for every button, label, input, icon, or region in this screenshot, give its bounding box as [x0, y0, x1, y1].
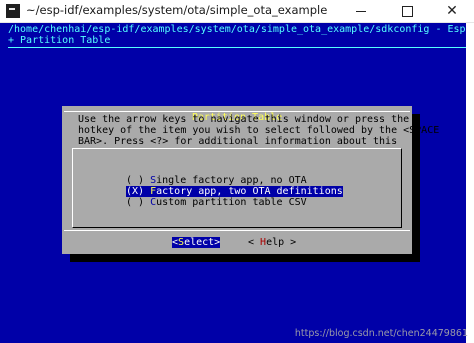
minimize-button[interactable]	[338, 0, 384, 22]
close-button[interactable]: ✕	[430, 0, 474, 22]
menu-breadcrumb: + Partition Table	[8, 35, 111, 46]
button-bar-divider	[64, 230, 410, 231]
config-path-line: /home/chenhai/esp-idf/examples/system/ot…	[8, 24, 474, 35]
help-button[interactable]: < Help >	[248, 237, 296, 248]
radio-indicator[interactable]: (X)	[126, 186, 144, 197]
help-line: hotkey of the item you wish to select fo…	[78, 125, 440, 136]
help-button-bracket: <	[248, 237, 261, 248]
window-titlebar: ~/esp-idf/examples/system/ota/simple_ota…	[0, 0, 474, 23]
maximize-button[interactable]	[384, 0, 430, 22]
select-button[interactable]: <Select>	[172, 237, 221, 248]
terminal-area[interactable]: /home/chenhai/esp-idf/examples/system/ot…	[0, 23, 474, 343]
partition-table-dialog: Partition Table Use the arrow keys to na…	[62, 106, 439, 254]
option-custom-partition-csv[interactable]: ( ) Custom partition table CSV	[126, 197, 307, 208]
window-edge-strip	[466, 23, 474, 343]
close-icon: ✕	[446, 3, 458, 19]
option-single-factory-app[interactable]: ( ) Single factory app, no OTA	[126, 175, 307, 186]
terminal-app-icon	[6, 4, 20, 18]
radio-indicator[interactable]: ( )	[126, 197, 144, 208]
help-line: Use the arrow keys to navigate this wind…	[78, 114, 410, 125]
dialog-help-text: Use the arrow keys to navigate this wind…	[78, 114, 439, 147]
option-label: actory app, two OTA definitions	[156, 186, 343, 197]
minimize-icon	[356, 10, 366, 12]
maximize-icon	[401, 5, 413, 17]
option-label: ingle factory app, no OTA	[156, 175, 307, 186]
radio-indicator[interactable]: ( )	[126, 175, 144, 186]
help-line: BAR>. Press <?> for additional informati…	[78, 136, 398, 147]
option-factory-app-two-ota[interactable]: (X) Factory app, two OTA definitions	[126, 186, 343, 197]
select-button-label: elect>	[184, 237, 221, 248]
help-button-label: elp >	[266, 237, 297, 248]
watermark-text: https://blog.csdn.net/chen24479861	[294, 328, 468, 339]
option-label: ustom partition table CSV	[156, 197, 307, 208]
header-divider	[8, 47, 474, 48]
window-title: ~/esp-idf/examples/system/ota/simple_ota…	[26, 3, 328, 17]
